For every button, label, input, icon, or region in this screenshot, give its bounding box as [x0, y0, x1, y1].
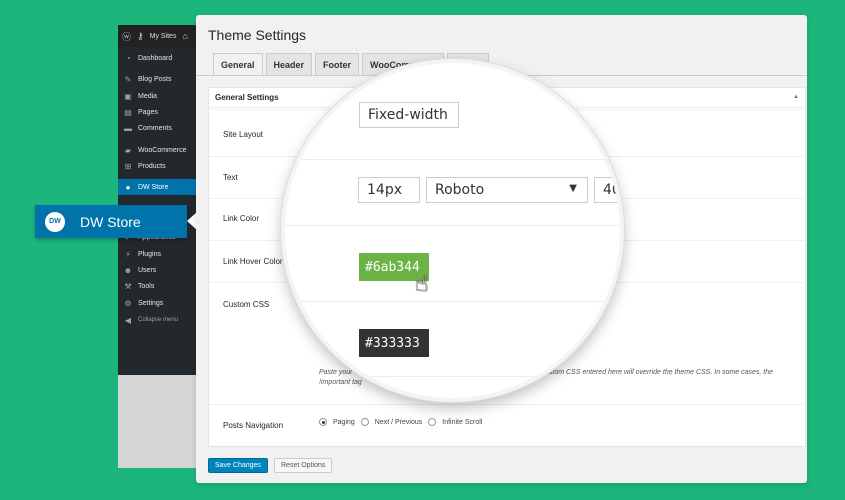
reset-options-button[interactable]: Reset Options — [274, 458, 333, 473]
link-hover-color-label: Link Hover Color — [223, 257, 283, 266]
pages-icon: ▤ — [124, 107, 132, 117]
dw-store-label: DW Store — [80, 213, 141, 230]
plugin-icon: ⚡ — [125, 249, 131, 259]
sidebar-item-media[interactable]: ▣ Media — [118, 88, 196, 104]
tab-general[interactable]: General — [213, 53, 263, 75]
sidebar-item-blog-posts[interactable]: ✎ Blog Posts — [118, 71, 196, 87]
custom-css-note-left: Paste your — [319, 369, 353, 376]
woo-icon: ▰ — [124, 145, 132, 155]
sidebar-item-tools[interactable]: ⚒ Tools — [118, 278, 196, 294]
sidebar-item-products[interactable]: ⊞ Products — [118, 158, 196, 174]
font-weight-select[interactable]: 40 — [594, 177, 620, 203]
tab-header[interactable]: Header — [265, 53, 313, 75]
wp-admin-topbar: ⓦ ⚷ My Sites ⌂ — [118, 25, 196, 47]
sidebar-item-settings[interactable]: ⚙ Settings — [118, 295, 196, 311]
save-changes-button[interactable]: Save Changes — [208, 458, 268, 473]
link-color-label: Link Color — [223, 214, 260, 223]
posts-navigation-label: Posts Navigation — [223, 421, 284, 430]
radio-next-previous[interactable] — [360, 418, 369, 426]
dw-store-flag[interactable]: DW DW Store — [35, 205, 197, 238]
products-icon: ⊞ — [124, 161, 132, 171]
site-layout-label: Site Layout — [223, 130, 264, 139]
dropdown-arrow-icon: ▼ — [569, 183, 577, 194]
sidebar-item-users[interactable]: ☻ Users — [118, 262, 196, 278]
custom-css-note-right: ustom CSS entered here will override the… — [545, 369, 773, 376]
text-label: Text — [223, 173, 238, 182]
dw-icon: ● — [125, 182, 131, 192]
dw-logo-icon: DW — [45, 211, 65, 232]
page-title: Theme Settings — [208, 27, 307, 43]
dashboard-icon: ◔ — [125, 53, 131, 63]
hand-cursor-icon: ☝ — [415, 271, 429, 296]
sidebar-item-dashboard[interactable]: ◔ Dashboard — [118, 50, 196, 66]
custom-css-label: Custom CSS — [223, 300, 270, 309]
sidebar-item-plugins[interactable]: ⚡ Plugins — [118, 246, 196, 262]
users-icon: ☻ — [123, 265, 133, 275]
radio-infinite-scroll[interactable] — [428, 418, 437, 426]
site-layout-select[interactable]: Fixed-width — [359, 102, 459, 128]
wp-admin-sidebar: ⓦ ⚷ My Sites ⌂ ◔ Dashboard ✎ Blog Posts ▣ M… — [118, 25, 196, 468]
magnifier-lens: Fixed-width 14px Roboto ▼ 40 #6ab344 ☝ #… — [281, 59, 624, 402]
comment-icon: ▬ — [124, 123, 132, 133]
collapse-menu-button[interactable]: ◀ Collapse menu — [118, 312, 196, 328]
lens-divider — [285, 376, 620, 377]
key-icon: ⚷ — [137, 30, 144, 41]
radio-paging[interactable] — [319, 418, 327, 426]
collapse-caret-icon[interactable]: ▲ — [793, 94, 799, 100]
collapse-icon: ◀ — [124, 315, 132, 325]
lens-divider — [285, 159, 620, 160]
sidebar-item-dw-store[interactable]: ● DW Store — [118, 179, 196, 195]
media-icon: ▣ — [124, 91, 132, 101]
custom-css-note-left-2: !important tag — [319, 379, 362, 386]
sidebar-item-pages[interactable]: ▤ Pages — [118, 104, 196, 120]
font-family-select[interactable]: Roboto ▼ — [426, 177, 588, 203]
tab-footer[interactable]: Footer — [315, 53, 360, 75]
tools-icon: ⚒ — [124, 281, 132, 291]
lens-divider — [285, 225, 620, 226]
sidebar-item-comments[interactable]: ▬ Comments — [118, 120, 196, 136]
lens-divider — [285, 301, 620, 302]
sidebar-item-woocommerce[interactable]: ▰ WooCommerce — [118, 142, 196, 158]
pin-icon: ✎ — [124, 74, 132, 84]
settings-icon: ⚙ — [124, 298, 132, 308]
wordpress-icon[interactable]: ⓦ — [122, 30, 131, 43]
font-size-input[interactable]: 14px — [358, 177, 420, 203]
hover-color-swatch[interactable]: #333333 — [359, 329, 429, 357]
row-posts-navigation: Posts Navigation Paging Next / Previous … — [209, 404, 807, 448]
my-sites-link[interactable]: My Sites — [150, 33, 177, 40]
home-icon[interactable]: ⌂ — [182, 31, 187, 41]
posts-navigation-options: Paging Next / Previous Infinite Scroll — [319, 418, 482, 426]
